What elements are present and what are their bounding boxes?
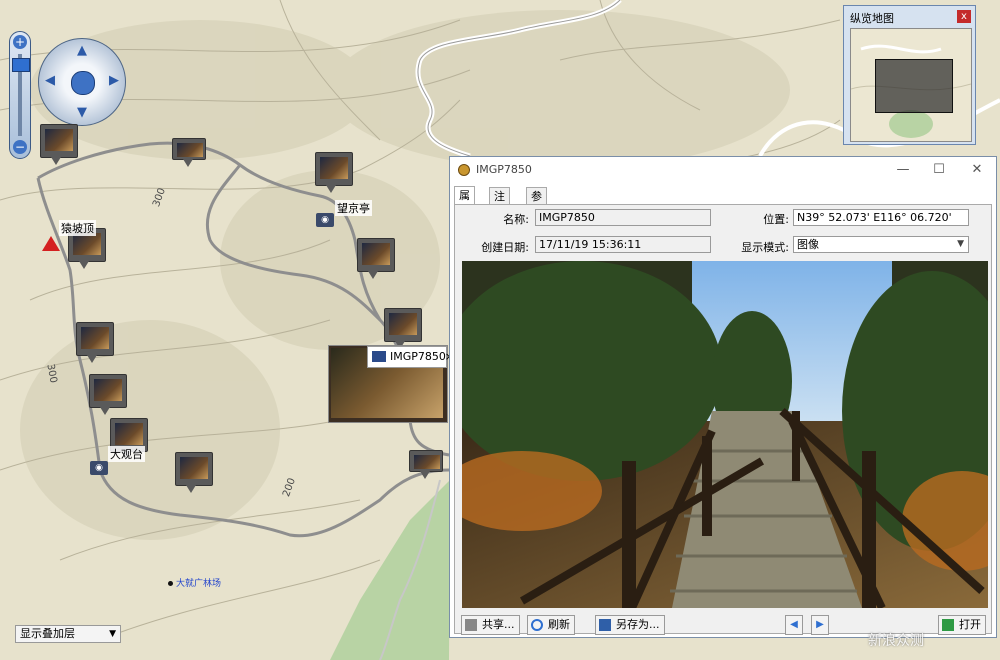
minimize-button[interactable]: — xyxy=(888,160,918,180)
date-label: 创建日期: xyxy=(481,241,529,254)
position-field[interactable]: N39° 52.073' E116° 06.720' xyxy=(793,209,969,226)
refresh-button[interactable]: 刷新 xyxy=(527,615,575,635)
refresh-label: 刷新 xyxy=(548,618,570,631)
tab-notes[interactable]: 注释 xyxy=(489,187,510,220)
properties-pane: 名称: IMGP7850 位置: N39° 52.073' E116° 06.7… xyxy=(454,204,992,635)
pavilion-label: 望京亭 xyxy=(335,200,372,216)
tab-reference[interactable]: 参考 xyxy=(526,187,547,220)
photo-scene xyxy=(462,261,988,608)
window-titlebar[interactable]: IMGP7850 — ☐ ✕ xyxy=(450,157,996,183)
open-label: 打开 xyxy=(959,618,981,631)
popup-title[interactable]: IMGP7850 × xyxy=(367,346,454,368)
pan-right-icon[interactable]: ▶ xyxy=(109,73,119,88)
share-icon xyxy=(465,619,477,631)
photo-marker[interactable] xyxy=(384,308,422,349)
tab-properties[interactable]: 属性 xyxy=(454,186,475,219)
share-label: 共享... xyxy=(482,618,515,631)
place-dot-icon xyxy=(168,581,173,586)
photo-thumbnail xyxy=(81,327,109,349)
overview-title: 纵览地图 xyxy=(850,12,894,25)
name-label: 名称: xyxy=(503,213,529,226)
mode-value: 图像 xyxy=(797,238,819,251)
app-icon xyxy=(458,164,470,176)
photo-thumbnail xyxy=(73,233,101,255)
place-label: 大就广林场 xyxy=(176,579,222,589)
pan-down-icon[interactable]: ▼ xyxy=(77,105,87,120)
photo-thumbnail xyxy=(389,313,417,335)
zoom-out-button[interactable]: − xyxy=(13,140,27,154)
open-button[interactable]: 打开 xyxy=(938,615,986,635)
overview-map-panel[interactable]: 纵览地图 x xyxy=(843,5,976,145)
overlay-layer-value: 显示叠加层 xyxy=(20,627,75,640)
photo-thumbnail xyxy=(180,457,208,479)
photo-icon xyxy=(372,351,386,362)
photo-marker[interactable] xyxy=(89,374,127,415)
refresh-icon xyxy=(531,619,543,631)
photo-thumbnail xyxy=(94,379,122,401)
photo-properties-window[interactable]: IMGP7850 — ☐ ✕ 属性 注释 参考 名称: IMGP7850 位置:… xyxy=(449,156,997,638)
share-button[interactable]: 共享... xyxy=(461,615,520,635)
popup-title-text: IMGP7850 xyxy=(390,350,446,363)
date-value: 17/11/19 15:36:11 xyxy=(539,238,642,251)
position-value: N39° 52.073' E116° 06.720' xyxy=(797,211,952,224)
chevron-down-icon: ▼ xyxy=(109,629,116,639)
platform-label: 大观台 xyxy=(108,446,145,462)
window-title: IMGP7850 xyxy=(476,163,532,176)
display-mode-select[interactable]: 图像 ▼ xyxy=(793,236,969,253)
close-button[interactable]: ✕ xyxy=(962,160,992,180)
save-as-label: 另存为... xyxy=(616,618,660,631)
photo-thumbnail xyxy=(45,129,73,151)
photo-thumbnail xyxy=(362,243,390,265)
zoom-in-button[interactable]: + xyxy=(13,35,27,49)
save-as-button[interactable]: 另存为... xyxy=(595,615,665,635)
photo-marker[interactable] xyxy=(357,238,395,279)
overview-close-button[interactable]: x xyxy=(957,10,971,23)
zoom-slider[interactable]: + − xyxy=(9,31,31,159)
photo-popup[interactable]: IMGP7850 × xyxy=(328,345,454,423)
photo-marker[interactable] xyxy=(409,450,443,479)
name-field[interactable]: IMGP7850 xyxy=(535,209,711,226)
pan-up-icon[interactable]: ▲ xyxy=(77,43,87,58)
previous-button[interactable]: ◀ xyxy=(785,615,803,635)
name-value: IMGP7850 xyxy=(539,211,595,224)
photo-marker[interactable] xyxy=(172,138,206,167)
photo-thumbnail xyxy=(115,423,143,445)
save-icon xyxy=(599,619,611,631)
camera-icon[interactable]: ◉ xyxy=(316,213,334,227)
open-icon xyxy=(942,619,954,631)
pan-left-icon[interactable]: ◀ xyxy=(45,73,55,88)
photo-thumbnail xyxy=(320,157,348,179)
photo-marker[interactable] xyxy=(315,152,353,193)
pan-control[interactable]: ▲ ▼ ◀ ▶ xyxy=(38,38,126,126)
photo-marker[interactable] xyxy=(76,322,114,363)
overview-minimap[interactable] xyxy=(850,28,972,142)
photo-marker[interactable] xyxy=(175,452,213,493)
watermark: 新浪众测 xyxy=(868,633,924,649)
mode-label: 显示模式: xyxy=(741,241,789,254)
maximize-button[interactable]: ☐ xyxy=(924,160,954,180)
zoom-thumb[interactable] xyxy=(12,58,30,72)
photo-thumbnail xyxy=(414,455,440,469)
next-button[interactable]: ▶ xyxy=(811,615,829,635)
date-field[interactable]: 17/11/19 15:36:11 xyxy=(535,236,711,253)
overlay-layer-select[interactable]: 显示叠加层 ▼ xyxy=(15,625,121,643)
overview-viewport-box[interactable] xyxy=(875,59,953,113)
pan-center-button[interactable] xyxy=(71,71,95,95)
camera-icon[interactable]: ◉ xyxy=(90,461,108,475)
peak-label: 猿坡顶 xyxy=(59,220,96,236)
photo-thumbnail xyxy=(177,143,203,157)
photo-marker[interactable] xyxy=(40,124,78,165)
photo-preview xyxy=(462,261,988,608)
chevron-down-icon: ▼ xyxy=(957,239,964,249)
peak-triangle-icon xyxy=(42,236,60,251)
position-label: 位置: xyxy=(763,213,789,226)
